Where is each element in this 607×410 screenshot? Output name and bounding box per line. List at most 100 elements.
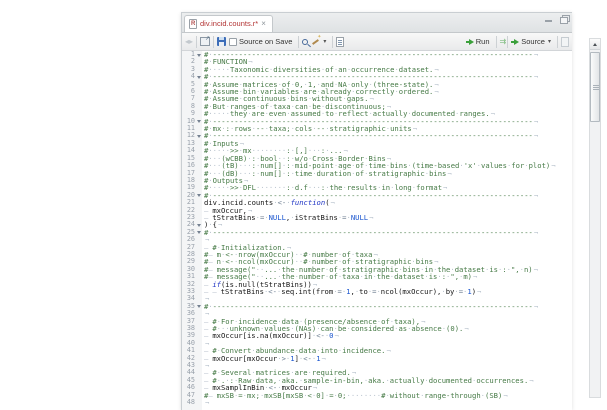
source-label: Source [521, 37, 545, 46]
fold-spacer [195, 147, 202, 154]
restore-pane-icon[interactable] [559, 15, 569, 23]
fold-chevron-icon[interactable] [195, 118, 202, 125]
code-line[interactable]: 48 ¬ [182, 399, 572, 406]
code-text: #·--------------------------------------… [202, 303, 538, 310]
fold-chevron-icon[interactable] [195, 192, 202, 199]
run-button[interactable]: Run [466, 36, 493, 47]
fold-chevron-icon[interactable] [195, 73, 202, 80]
code-line[interactable]: 42–mxOccur[mxOccur·>·1]·<-·1¬ [182, 355, 572, 362]
fold-spacer [195, 214, 202, 221]
tab-close-icon[interactable]: × [261, 21, 266, 27]
fold-spacer [195, 325, 202, 332]
rerun-arrows-icon[interactable]: ⇉ [500, 38, 505, 46]
pane-window-controls [544, 15, 569, 23]
fold-spacer [195, 281, 202, 288]
fold-spacer [195, 369, 202, 376]
fold-spacer [195, 258, 202, 265]
fold-spacer [195, 58, 202, 65]
toolbar-separator [496, 36, 497, 48]
source-on-save-label: Source on Save [239, 37, 292, 46]
tab-bar: div.incid.counts.r* × [182, 13, 572, 33]
code-line[interactable]: 33––tStratBins·<-·seq.int(from·=·1,·to·=… [182, 288, 572, 295]
fold-spacer [195, 81, 202, 88]
fold-spacer [195, 95, 202, 102]
compile-notebook-icon[interactable] [336, 37, 344, 47]
fold-spacer [195, 318, 202, 325]
fold-spacer [195, 155, 202, 162]
fold-chevron-icon[interactable] [195, 303, 202, 310]
code-text: –mxOccur[is.na(mxOccur)]·<-·0¬ [202, 332, 339, 339]
code-text: #·--------------------------------------… [202, 132, 538, 139]
chevron-down-icon: ▾ [548, 38, 551, 45]
scroll-up-arrow-icon[interactable] [590, 39, 600, 50]
run-label: Run [476, 37, 490, 46]
fold-spacer [195, 362, 202, 369]
popout-window-icon[interactable] [200, 37, 210, 46]
fold-spacer [195, 392, 202, 399]
code-line[interactable]: 23–tStratBins·=·NULL,·iStratBins·=·NULL¬ [182, 214, 572, 221]
code-line[interactable]: 25#·------------------------------------… [182, 229, 572, 236]
fold-spacer [195, 266, 202, 273]
fold-spacer [195, 377, 202, 384]
fold-spacer [195, 295, 202, 302]
fold-spacer [195, 207, 202, 214]
tab-title: div.incid.counts.r* [200, 19, 258, 28]
fold-chevron-icon[interactable] [195, 221, 202, 228]
vertical-scrollbar[interactable] [589, 38, 601, 398]
fold-chevron-icon[interactable] [195, 229, 202, 236]
find-magnifier-icon[interactable] [302, 39, 308, 45]
fold-spacer [195, 273, 202, 280]
fold-spacer [195, 184, 202, 191]
fold-spacer [195, 103, 202, 110]
fold-chevron-icon[interactable] [195, 132, 202, 139]
outline-page-icon[interactable] [561, 37, 569, 47]
fold-chevron-icon[interactable] [195, 51, 202, 58]
toolbar-separator [332, 36, 333, 48]
fold-spacer [195, 162, 202, 169]
r-script-file-icon [189, 19, 197, 29]
minimize-pane-icon[interactable] [544, 15, 554, 23]
source-on-save-toggle[interactable]: Source on Save [226, 36, 295, 47]
fold-spacer [195, 199, 202, 206]
code-tools-button[interactable]: ▾ [308, 36, 329, 47]
code-line[interactable]: 47#–mxSB·=·mx;·mxSB[mxSB·<·0]·=·0;······… [182, 392, 572, 399]
fold-spacer [195, 244, 202, 251]
fold-spacer [195, 332, 202, 339]
fold-spacer [195, 125, 202, 132]
code-text: ––tStratBins·<-·seq.int(from·=·1,·to·=·n… [202, 288, 481, 295]
fold-spacer [195, 236, 202, 243]
code-line[interactable]: 35#·------------------------------------… [182, 303, 572, 310]
fold-spacer [195, 347, 202, 354]
fold-spacer [195, 177, 202, 184]
editor-toolbar: ◂ ▸ Source on Save ▾ Run [182, 33, 572, 51]
tab-div-incid-counts[interactable]: div.incid.counts.r* × [184, 15, 273, 32]
toolbar-separator [213, 36, 214, 48]
run-arrow-icon [469, 39, 474, 45]
code-text: #·--------------------------------------… [202, 229, 538, 236]
forward-chevron-icon[interactable]: ▸ [189, 38, 193, 46]
fold-spacer [195, 288, 202, 295]
fold-spacer [195, 310, 202, 317]
toolbar-separator [507, 36, 508, 48]
fold-spacer [195, 140, 202, 147]
fold-spacer [195, 384, 202, 391]
source-arrow-icon [514, 39, 519, 45]
fold-spacer [195, 170, 202, 177]
source-on-save-checkbox[interactable] [229, 38, 237, 46]
scroll-thumb-grip [593, 85, 599, 86]
code-editor[interactable]: 1#·-------------------------------------… [182, 51, 572, 410]
source-button[interactable]: Source ▾ [511, 36, 554, 47]
save-icon[interactable] [217, 37, 226, 46]
code-text: ¬ [202, 399, 209, 406]
scroll-thumb[interactable] [590, 52, 600, 122]
fold-spacer [195, 66, 202, 73]
toolbar-separator [298, 36, 299, 48]
rstudio-source-pane: div.incid.counts.r* × ◂ ▸ Source on Save [181, 12, 572, 410]
fold-spacer [195, 340, 202, 347]
code-text: –mxOccur[mxOccur·>·1]·<-·1¬ [202, 355, 326, 362]
code-line[interactable]: 39–mxOccur[is.na(mxOccur)]·<-·0¬ [182, 332, 572, 339]
code-text: #–mxSB·=·mx;·mxSB[mxSB·<·0]·=·0;········… [202, 392, 508, 399]
code-text: –tStratBins·=·NULL,·iStratBins·=·NULL¬ [202, 214, 373, 221]
line-number: 48 [182, 399, 195, 406]
fold-spacer [195, 251, 202, 258]
